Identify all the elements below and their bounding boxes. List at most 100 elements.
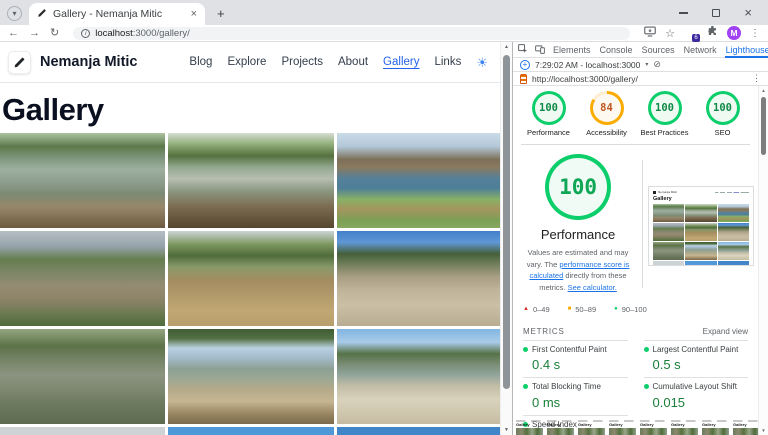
scroll-up-icon[interactable]: ▲ [759, 88, 768, 93]
metric-name: Total Blocking Time [532, 382, 601, 392]
devtools-tab-elements[interactable]: Elements [552, 42, 592, 58]
toolbar-actions: ☆ 6 M ⋮ [644, 24, 760, 42]
accessibility-score: 84 [600, 102, 613, 114]
gallery-photo-canal-walkway[interactable] [337, 329, 502, 424]
nav-item-about[interactable]: About [338, 56, 368, 68]
back-icon[interactable]: ← [8, 28, 19, 39]
gallery-grid [0, 133, 502, 435]
page-scrollbar-thumb[interactable] [503, 55, 510, 389]
devtools-tab-sources[interactable]: Sources [641, 42, 676, 58]
lighthouse-report: 100 Performance 84 Accessibility 100 Bes… [513, 86, 758, 435]
legend-circle-icon: ● [614, 306, 618, 312]
metrics-header: METRICS Expand view [513, 314, 758, 340]
gallery-photo-bluesky-partial[interactable] [168, 427, 333, 435]
cast-icon[interactable] [644, 24, 656, 42]
tab-close-icon[interactable]: × [191, 9, 197, 20]
score-seo[interactable]: 100 SEO [699, 91, 747, 137]
nav-item-blog[interactable]: Blog [189, 56, 212, 68]
frame-label: Gallery [547, 423, 574, 427]
devtools-scrollbar[interactable]: ▲ ▼ [758, 86, 768, 435]
chrome-menu-kebab-icon[interactable]: ⋮ [750, 28, 760, 39]
performance-gauge-block: 100 Performance Values are estimated and… [519, 154, 637, 294]
window-close-icon[interactable]: × [744, 9, 752, 17]
gallery-photo-cloudy-river[interactable] [0, 231, 165, 326]
bookmark-star-icon[interactable]: ☆ [665, 27, 675, 40]
score-best-practices[interactable]: 100 Best Practices [641, 91, 689, 137]
page-scrollbar[interactable]: ▲ ▼ [500, 42, 512, 435]
metric-fcp: First Contentful Paint 0.4 s [523, 340, 628, 378]
legend-triangle-icon: ▲ [523, 306, 529, 312]
devtools-tab-lighthouse[interactable]: Lighthouse [725, 42, 768, 58]
frame-label: Gallery [578, 423, 605, 427]
report-run-label[interactable]: 7:29:02 AM - localhost:3000 [535, 60, 640, 70]
site-info-icon[interactable]: i [81, 29, 90, 38]
score-accessibility[interactable]: 84 Accessibility [583, 91, 631, 137]
gallery-photo-river-rapids-rocks[interactable] [0, 133, 165, 228]
gallery-photo-promenade[interactable] [168, 329, 333, 424]
filmstrip: Gallery Gallery Gallery Gallery Gallery … [516, 420, 758, 435]
best-practices-score: 100 [655, 102, 674, 114]
filmstrip-frame: Gallery [516, 420, 543, 435]
thumb-photo [653, 223, 684, 241]
see-calculator-link[interactable]: See calculator. [568, 283, 617, 292]
browser-titlebar: ▾ Gallery - Nemanja Mitic × + × [0, 0, 768, 25]
thumb-photo [685, 242, 716, 260]
filmstrip-frame: Gallery [733, 420, 758, 435]
nav-item-explore[interactable]: Explore [227, 56, 266, 68]
scroll-down-icon[interactable]: ▼ [759, 428, 768, 433]
metric-cls: Cumulative Layout Shift 0.015 [644, 377, 749, 415]
thumb-header: Nemanja Mitic [653, 190, 749, 195]
site-brand[interactable]: Nemanja Mitic [40, 54, 138, 70]
clear-reports-icon[interactable]: ⊘ [653, 60, 661, 69]
gallery-photo-dry-riverbed[interactable] [337, 231, 502, 326]
vertical-divider [642, 160, 643, 288]
frame-image [578, 428, 605, 435]
performance-big-gauge[interactable]: 100 [545, 154, 611, 220]
frame-label: Gallery [640, 423, 667, 427]
url-text: localhost:3000/gallery/ [95, 28, 190, 39]
nav-item-projects[interactable]: Projects [281, 56, 323, 68]
nav-item-links[interactable]: Links [434, 56, 461, 68]
extensions-puzzle-icon[interactable] [707, 24, 718, 42]
metric-value: 0.4 s [532, 357, 628, 372]
browser-tab[interactable]: Gallery - Nemanja Mitic × [29, 3, 205, 25]
performance-section: 100 Performance Values are estimated and… [513, 145, 758, 294]
run-dropdown-icon[interactable]: ▾ [645, 61, 648, 68]
reload-icon[interactable]: ↻ [50, 28, 59, 39]
device-toolbar-icon[interactable] [535, 44, 545, 56]
devtools-tab-console[interactable]: Console [599, 42, 634, 58]
report-menu-kebab-icon[interactable]: ⋮ [752, 73, 761, 84]
scroll-up-icon[interactable]: ▲ [501, 44, 512, 50]
inspect-element-icon[interactable] [518, 44, 528, 56]
frame-image [547, 428, 574, 435]
tab-search-icon[interactable]: ▾ [7, 6, 22, 21]
window-minimize-icon[interactable] [679, 12, 688, 14]
nav-item-gallery[interactable]: Gallery [383, 56, 419, 68]
gallery-photo-overcast-partial[interactable] [0, 427, 165, 435]
filmstrip-frame: Gallery [671, 420, 698, 435]
frame-image [733, 428, 758, 435]
window-maximize-icon[interactable] [712, 9, 720, 17]
extension-button[interactable]: 6 [684, 26, 698, 40]
new-report-plus-icon[interactable]: + [520, 60, 530, 70]
gallery-photo-calm-river[interactable] [0, 329, 165, 424]
scroll-down-icon[interactable]: ▼ [501, 427, 512, 433]
expand-view-button[interactable]: Expand view [703, 327, 748, 336]
gallery-photo-flooded-river[interactable] [168, 231, 333, 326]
new-tab-button[interactable]: + [217, 7, 225, 20]
metric-lcp: Largest Contentful Paint 0.5 s [644, 340, 749, 378]
devtools-tab-network[interactable]: Network [683, 42, 718, 58]
score-performance[interactable]: 100 Performance [525, 91, 573, 137]
site-logo-pen-icon[interactable] [8, 51, 31, 74]
gallery-photo-lake-hills-campsite[interactable] [337, 133, 502, 228]
forward-icon[interactable]: → [29, 28, 40, 39]
gallery-photo-river-rapids-bright[interactable] [168, 133, 333, 228]
frame-label: Gallery [609, 423, 636, 427]
gallery-photo-bluesky-trees-partial[interactable] [337, 427, 502, 435]
frame-image [640, 428, 667, 435]
performance-description: Values are estimated and may vary. The p… [519, 247, 637, 294]
devtools-scrollbar-thumb[interactable] [761, 97, 766, 155]
profile-avatar[interactable]: M [727, 26, 741, 40]
address-bar[interactable]: i localhost:3000/gallery/ [73, 27, 630, 40]
theme-toggle-sun-icon[interactable]: ☀ [476, 56, 488, 69]
